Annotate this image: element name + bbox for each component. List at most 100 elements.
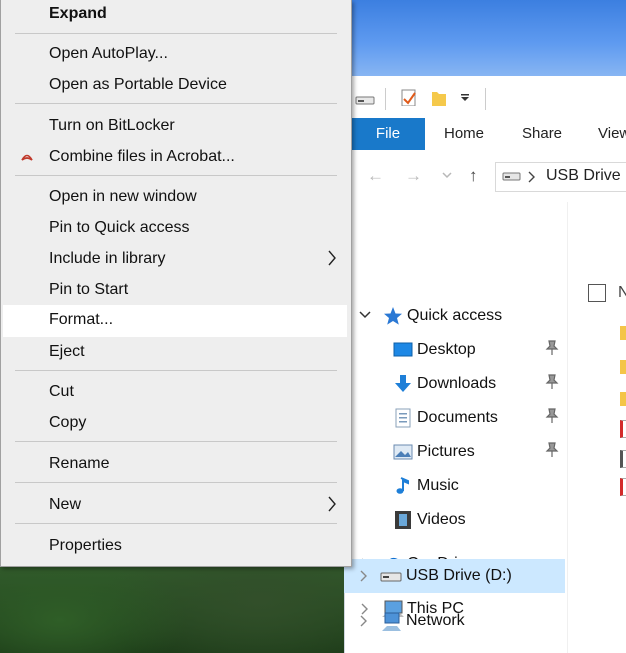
submenu-arrow-icon bbox=[328, 250, 336, 266]
acrobat-icon bbox=[21, 154, 33, 161]
pin-icon[interactable] bbox=[545, 408, 559, 424]
nav-item-videos[interactable]: Videos bbox=[345, 504, 567, 536]
properties-check-icon[interactable] bbox=[400, 88, 418, 106]
tab-share[interactable]: Share bbox=[522, 118, 562, 150]
film-strip-icon bbox=[395, 511, 411, 529]
recent-locations-icon[interactable] bbox=[442, 172, 452, 179]
menu-item-copy[interactable]: Copy bbox=[3, 408, 347, 438]
pin-icon[interactable] bbox=[545, 340, 559, 356]
menu-separator bbox=[15, 33, 337, 34]
desktop-icon bbox=[393, 342, 413, 357]
back-arrow-icon[interactable]: ← bbox=[367, 166, 384, 186]
usb-drive-icon bbox=[380, 572, 402, 582]
forward-arrow-icon[interactable]: → bbox=[405, 166, 422, 186]
address-text: USB Drive ( bbox=[546, 167, 626, 184]
nav-label: Desktop bbox=[417, 341, 476, 358]
menu-item-rename[interactable]: Rename bbox=[3, 449, 347, 479]
file-list-pane: N bbox=[567, 202, 626, 653]
menu-item-pin-to-quick-access[interactable]: Pin to Quick access bbox=[3, 213, 347, 243]
context-menu: Expand Open AutoPlay... Open as Portable… bbox=[0, 0, 352, 567]
menu-item-combine-files-in-acrobat[interactable]: Combine files in Acrobat... bbox=[3, 142, 347, 172]
pin-icon[interactable] bbox=[545, 442, 559, 458]
menu-item-properties[interactable]: Properties bbox=[3, 531, 347, 561]
pin-icon[interactable] bbox=[545, 374, 559, 390]
desktop-sky bbox=[350, 0, 626, 78]
menu-item-label: Pin to Quick access bbox=[49, 219, 190, 236]
menu-item-label: Open AutoPlay... bbox=[49, 45, 168, 62]
toolbar-divider bbox=[485, 88, 486, 110]
folder-icon[interactable] bbox=[620, 392, 626, 406]
document-icon bbox=[395, 408, 411, 428]
breadcrumb-separator-icon[interactable] bbox=[528, 171, 536, 183]
up-arrow-icon[interactable]: ↑ bbox=[469, 166, 478, 186]
folder-icon[interactable] bbox=[620, 326, 626, 340]
file-icon[interactable] bbox=[620, 450, 626, 468]
menu-item-turn-on-bitlocker[interactable]: Turn on BitLocker bbox=[3, 111, 347, 141]
menu-separator bbox=[15, 103, 337, 104]
menu-item-cut[interactable]: Cut bbox=[3, 377, 347, 407]
menu-item-expand[interactable]: Expand bbox=[3, 0, 347, 29]
menu-item-label: Include in library bbox=[49, 250, 166, 267]
column-header-name[interactable]: N bbox=[618, 284, 626, 302]
nav-item-documents[interactable]: Documents bbox=[345, 402, 567, 434]
menu-item-label: Combine files in Acrobat... bbox=[49, 148, 235, 165]
nav-item-desktop[interactable]: Desktop bbox=[345, 334, 567, 366]
menu-item-open-autoplay[interactable]: Open AutoPlay... bbox=[3, 39, 347, 69]
collapsed-chevron-icon[interactable] bbox=[360, 570, 368, 582]
expanded-chevron-icon[interactable] bbox=[359, 311, 371, 319]
nav-item-music[interactable]: Music bbox=[345, 470, 567, 502]
menu-item-open-in-new-window[interactable]: Open in new window bbox=[3, 182, 347, 212]
menu-item-label: Expand bbox=[49, 5, 107, 22]
menu-separator bbox=[15, 523, 337, 524]
menu-item-label: Rename bbox=[49, 455, 110, 472]
nav-item-network[interactable]: Network bbox=[344, 605, 566, 639]
quick-access-toolbar bbox=[345, 76, 626, 118]
menu-item-label: Open in new window bbox=[49, 188, 197, 205]
folder-icon[interactable] bbox=[620, 360, 626, 374]
menu-item-pin-to-start[interactable]: Pin to Start bbox=[3, 275, 347, 305]
pdf-file-icon[interactable] bbox=[620, 478, 626, 496]
menu-item-label: Open as Portable Device bbox=[49, 76, 227, 93]
tab-view[interactable]: View bbox=[598, 118, 626, 150]
menu-item-label: Pin to Start bbox=[49, 281, 129, 298]
tab-file[interactable]: File bbox=[351, 118, 425, 150]
pdf-file-icon[interactable] bbox=[620, 420, 626, 438]
submenu-arrow-icon bbox=[328, 496, 336, 512]
menu-item-include-in-library[interactable]: Include in library bbox=[3, 244, 347, 274]
tab-home[interactable]: Home bbox=[444, 118, 484, 150]
menu-separator bbox=[15, 175, 337, 176]
menu-item-new[interactable]: New bbox=[3, 490, 347, 520]
nav-label: Music bbox=[417, 477, 459, 494]
customize-toolbar-icon[interactable] bbox=[460, 94, 470, 112]
menu-separator bbox=[15, 441, 337, 442]
menu-item-label: Eject bbox=[49, 343, 85, 360]
address-box[interactable]: USB Drive ( bbox=[495, 162, 626, 192]
menu-item-label: Copy bbox=[49, 414, 87, 431]
menu-item-label: New bbox=[49, 496, 82, 513]
download-arrow-icon bbox=[395, 375, 411, 392]
nav-item-usb-drive[interactable]: USB Drive (D:) bbox=[344, 559, 565, 593]
menu-item-open-as-portable-device[interactable]: Open as Portable Device bbox=[3, 70, 347, 100]
new-folder-icon[interactable] bbox=[431, 88, 447, 106]
menu-separator bbox=[15, 482, 337, 483]
drive-icon bbox=[502, 172, 521, 181]
menu-item-eject[interactable]: Eject bbox=[3, 337, 347, 367]
select-all-checkbox[interactable] bbox=[588, 284, 606, 302]
menu-item-format[interactable]: Format... bbox=[3, 305, 347, 337]
drive-icon[interactable] bbox=[355, 92, 375, 110]
nav-label: Pictures bbox=[417, 443, 475, 460]
toolbar-divider bbox=[385, 88, 386, 110]
network-icon bbox=[382, 612, 401, 631]
nav-item-downloads[interactable]: Downloads bbox=[345, 368, 567, 400]
menu-item-label: Format... bbox=[49, 311, 114, 328]
nav-label: USB Drive (D:) bbox=[406, 567, 512, 584]
menu-separator bbox=[15, 370, 337, 371]
menu-item-label: Cut bbox=[49, 383, 74, 400]
nav-item-quick-access[interactable]: Quick access bbox=[345, 300, 567, 332]
collapsed-chevron-icon[interactable] bbox=[360, 615, 368, 627]
ribbon-tabs: File Home Share View bbox=[351, 118, 626, 151]
nav-item-pictures[interactable]: Pictures bbox=[345, 436, 567, 468]
menu-item-label: Turn on BitLocker bbox=[49, 117, 175, 134]
menu-item-label: Properties bbox=[49, 537, 122, 554]
star-icon bbox=[384, 307, 402, 325]
